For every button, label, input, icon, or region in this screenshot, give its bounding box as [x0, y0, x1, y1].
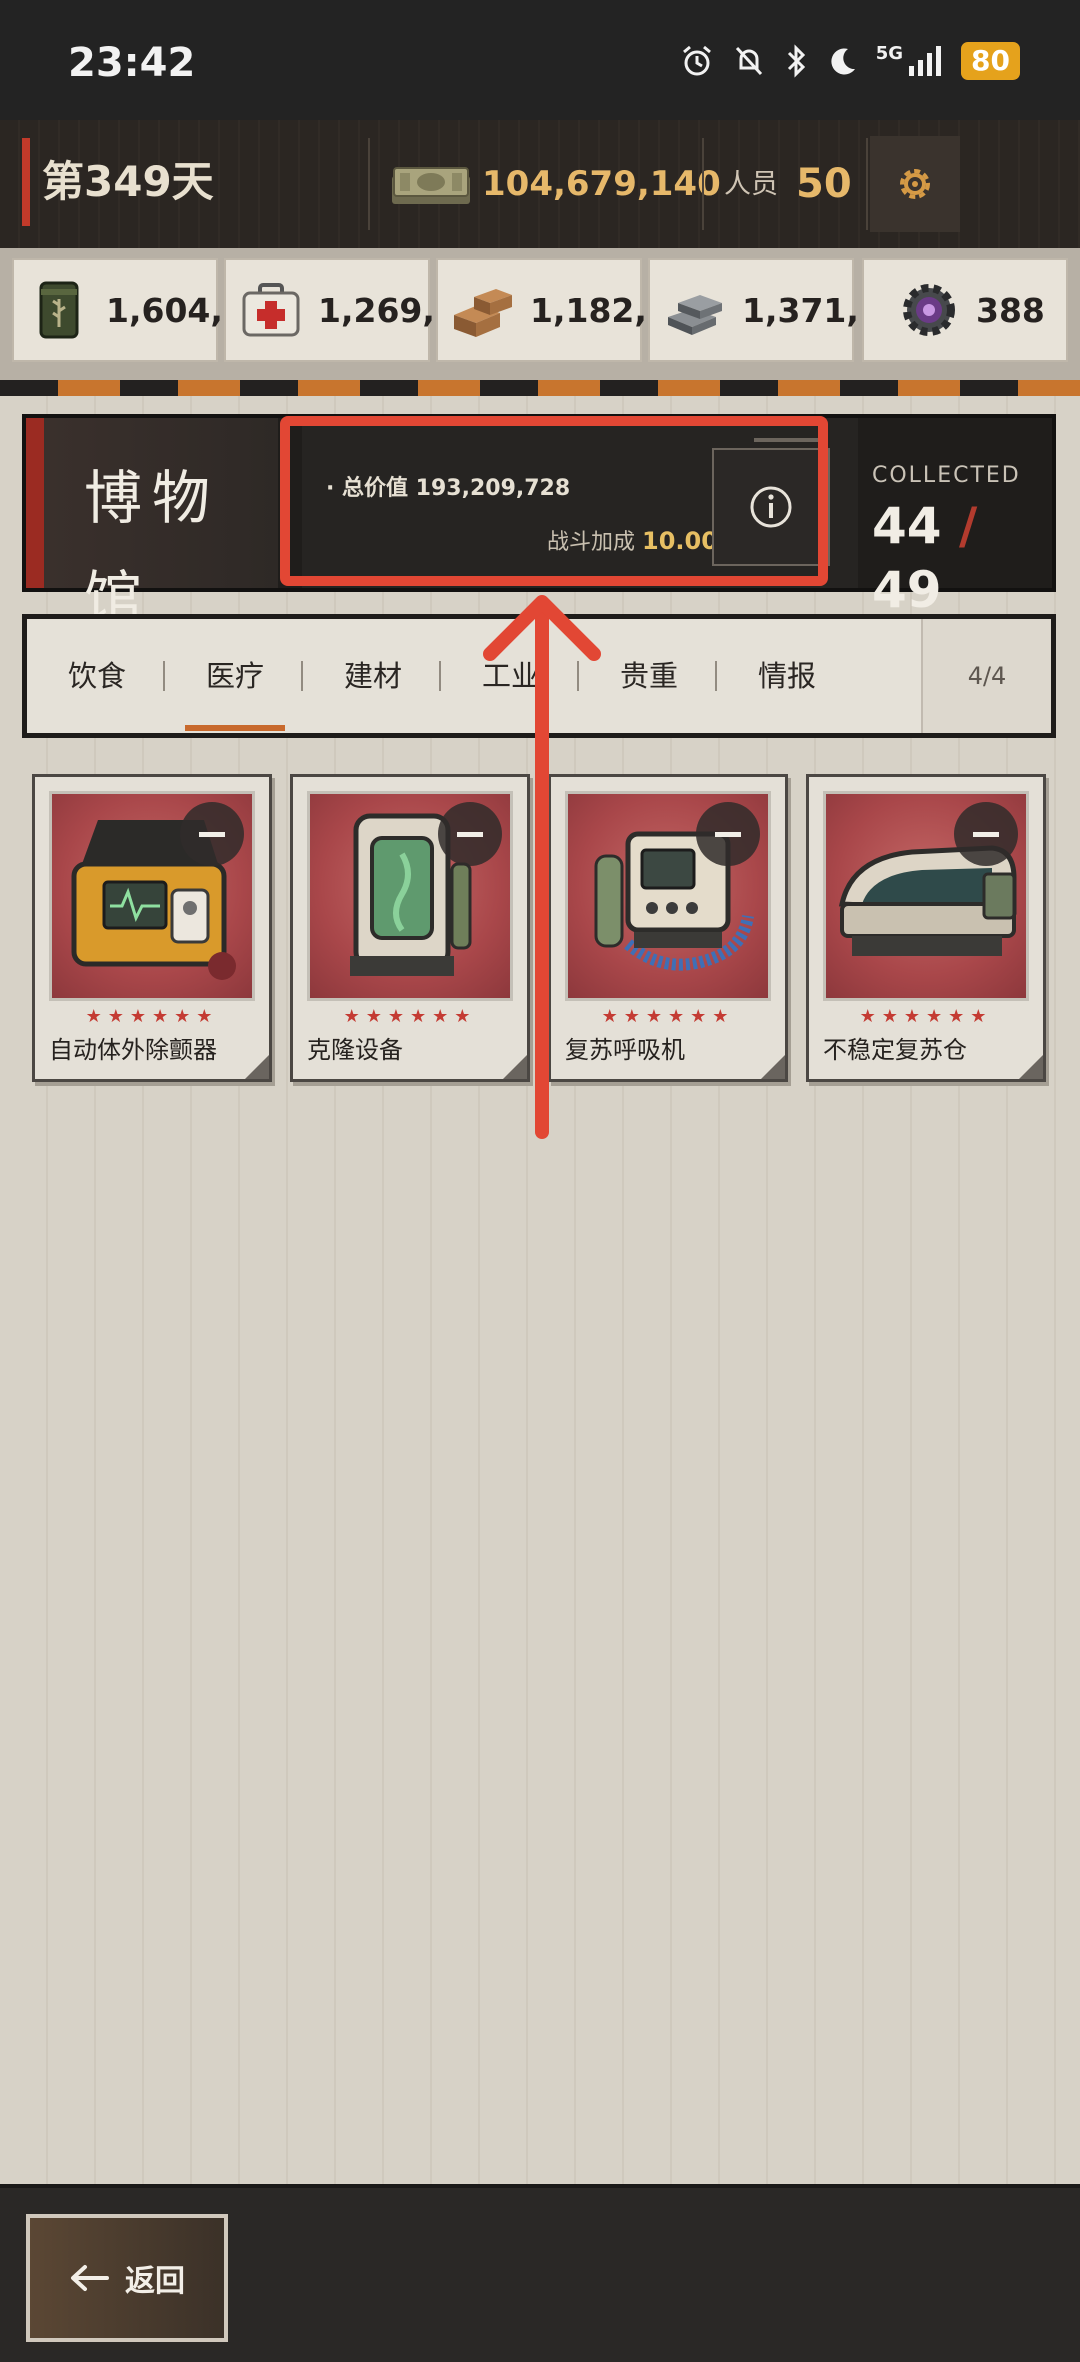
metal-ingots-icon [668, 295, 722, 335]
back-label: 返回 [125, 2264, 185, 2299]
tab-medical[interactable]: 医疗 [185, 641, 285, 711]
signal-icon [909, 46, 942, 76]
card-corner [761, 1055, 785, 1079]
remove-button[interactable] [180, 802, 244, 866]
collected-label: COLLECTED [872, 463, 1021, 488]
star-rating: ★★★★★★ [859, 1006, 993, 1027]
arrow-left-icon [71, 2265, 109, 2291]
slash: / [941, 497, 978, 555]
tab-intel[interactable]: 情报 [737, 641, 837, 711]
gear-chip-icon [903, 284, 955, 336]
remove-button[interactable] [954, 802, 1018, 866]
tab-separator [439, 661, 441, 691]
day-counter: 第349天 [22, 138, 214, 226]
gear-icon [900, 169, 930, 199]
settings-button[interactable] [870, 136, 960, 232]
bottom-bar: 返回 [0, 2184, 1080, 2362]
page-number: 4/4 [967, 662, 1007, 690]
card-corner [1019, 1055, 1043, 1079]
collected-total: 49 [872, 561, 942, 619]
divider [866, 138, 868, 230]
resource-medical[interactable]: 1,269,... [224, 258, 473, 362]
item-image [49, 791, 255, 1001]
hazard-stripe [0, 380, 1080, 396]
divider [702, 138, 704, 230]
system-status-bar: 23:42 5G 80 [0, 0, 1080, 120]
tab-building[interactable]: 建材 [323, 641, 423, 711]
tab-separator [715, 661, 717, 691]
item-card[interactable]: ★★★★★★ 自动体外除颤器 [32, 774, 272, 1082]
network-type: 5G [875, 42, 904, 64]
remove-button[interactable] [696, 802, 760, 866]
tab-separator [301, 661, 303, 691]
museum-title-block: 博物馆 [26, 418, 278, 632]
tab-valuables[interactable]: 贵重 [599, 641, 699, 711]
medkit-icon [242, 283, 300, 337]
arrow-up-annotation [483, 595, 601, 1139]
battery-icon: 80 [961, 42, 1020, 80]
money-value: 104,679,140 [482, 164, 721, 204]
item-name: 自动体外除颤器 [49, 1036, 217, 1064]
active-tab-indicator [185, 725, 285, 731]
tab-separator [163, 661, 165, 691]
divider [368, 138, 370, 230]
tab-food[interactable]: 饮食 [47, 641, 147, 711]
resource-food[interactable]: 1,604,... [12, 258, 261, 362]
item-card[interactable]: ★★★★★★ 不稳定复苏仓 [806, 774, 1046, 1082]
item-name: 不稳定复苏仓 [823, 1036, 967, 1064]
item-name: 克隆设备 [307, 1036, 403, 1064]
mute-bell-icon [735, 46, 762, 76]
resource-value: 388 [976, 290, 1045, 330]
food-can-icon [39, 281, 79, 339]
resource-bar: 1,604,... 1,269,... 1,182,... 1,371,... … [0, 248, 1080, 380]
money-stack-icon [392, 167, 470, 204]
resource-building[interactable]: 1,182,... [436, 258, 685, 362]
item-image [823, 791, 1029, 1001]
collected-count: 44 / 49 [872, 494, 1052, 622]
star-rating: ★★★★★★ [85, 1006, 219, 1027]
collected-current: 44 [872, 497, 942, 555]
moon-icon [831, 48, 855, 75]
people-value: 50 [796, 161, 852, 207]
resource-chip[interactable]: 388 [862, 258, 1068, 362]
status-icons: 5G 80 [680, 42, 1020, 80]
back-button[interactable]: 返回 [26, 2214, 228, 2342]
bluetooth-icon [787, 44, 805, 78]
highlight-box [280, 416, 828, 586]
bricks-icon [454, 289, 512, 337]
card-corner [245, 1055, 269, 1079]
people-label: 人员 [724, 169, 778, 200]
resource-industry[interactable]: 1,371,... [648, 258, 897, 362]
alarm-icon [682, 45, 711, 76]
top-header: 第349天 104,679,140 人员 50 [0, 120, 1080, 248]
page-indicator[interactable]: 4/4 [921, 619, 1051, 733]
clock: 23:42 [68, 40, 196, 86]
